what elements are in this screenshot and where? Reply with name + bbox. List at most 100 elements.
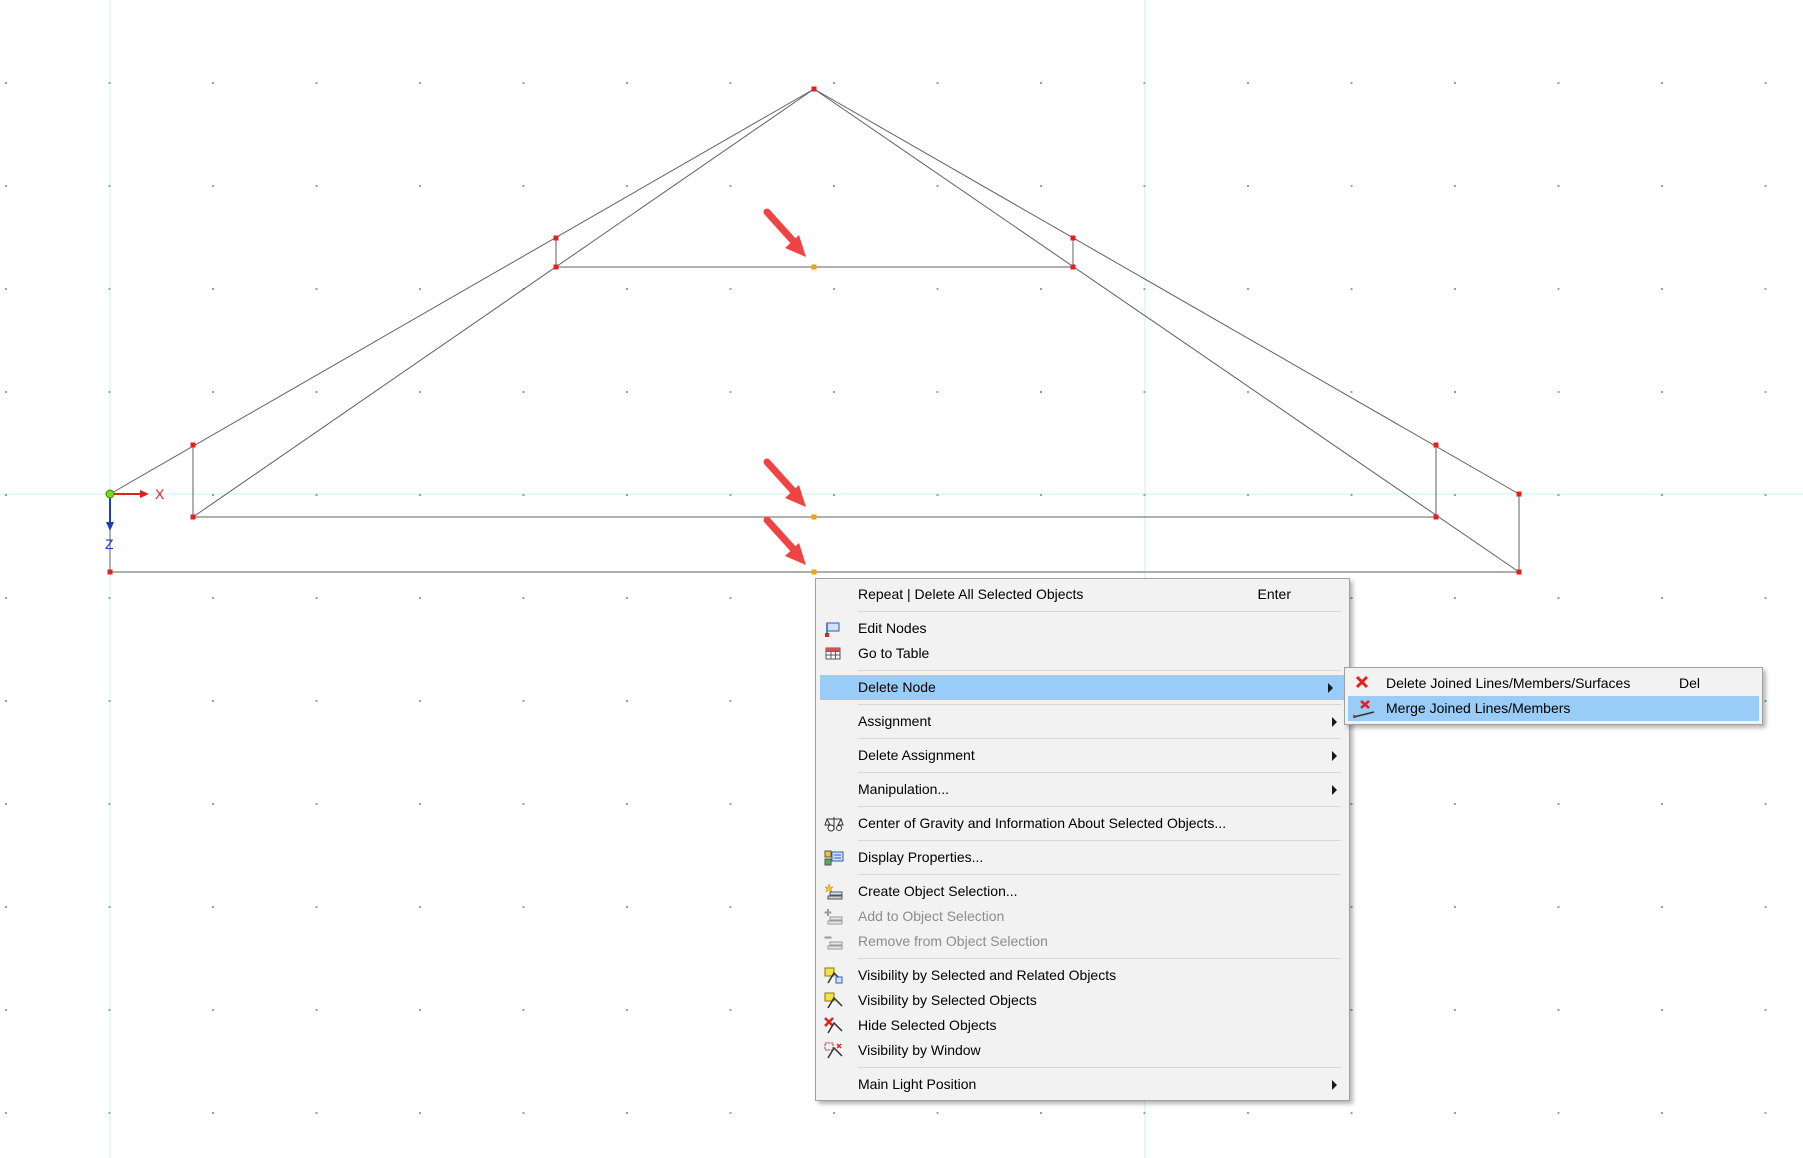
grid-dot [1557, 803, 1560, 805]
menu-item-label: Delete Assignment [858, 747, 975, 763]
grid-dot [212, 288, 214, 290]
node[interactable] [811, 86, 817, 92]
grid-dot [1557, 597, 1560, 599]
grid-dot [1040, 494, 1042, 496]
grid-dot [936, 494, 939, 496]
selected-node[interactable] [811, 514, 817, 520]
grid-dot [729, 82, 732, 84]
menu-item-visibility-selected-related[interactable]: Visibility by Selected and Related Objec… [816, 963, 1349, 988]
menu-item-label: Add to Object Selection [858, 908, 1005, 924]
grid-dot [626, 185, 628, 187]
grid-dot [5, 597, 7, 599]
menu-item-assignment[interactable]: Assignment [816, 709, 1349, 734]
menu-item-center-of-gravity[interactable]: Center of Gravity and Information About … [816, 811, 1349, 836]
node[interactable] [1516, 569, 1522, 575]
grid-dot [1143, 1112, 1146, 1114]
grid-dot [522, 494, 525, 496]
grid-dot [419, 700, 421, 702]
grid-dot [1454, 185, 1456, 187]
scale-icon [824, 815, 844, 832]
annotation-arrows [763, 208, 806, 565]
grid-dot [729, 700, 732, 702]
grid-dot [1350, 803, 1353, 805]
menu-item-label: Assignment [858, 713, 932, 729]
truss-lines[interactable] [109, 88, 1520, 573]
grid-dot [1764, 1009, 1767, 1011]
menu-item-hide-selected[interactable]: Hide Selected Objects [816, 1013, 1349, 1038]
menu-separator [858, 670, 1341, 671]
menu-item-go-to-table[interactable]: Go to Table [816, 641, 1349, 666]
node[interactable] [1516, 491, 1522, 497]
grid-dot [108, 391, 111, 393]
selected-node[interactable] [811, 569, 817, 575]
grid-dot [1661, 185, 1663, 187]
grid-dot [1247, 391, 1249, 393]
grid-dot [1764, 906, 1767, 908]
left-rafter-inner[interactable] [192, 88, 815, 518]
submenu-item-merge-joined[interactable]: Merge Joined Lines/Members [1348, 696, 1759, 721]
node[interactable] [1433, 442, 1439, 448]
menu-item-repeat-delete[interactable]: Repeat | Delete All Selected Objects Ent… [816, 582, 1349, 607]
node[interactable] [190, 514, 196, 520]
grid-dot [1040, 185, 1042, 187]
selected-nodes[interactable] [811, 264, 817, 575]
nodes[interactable] [107, 86, 1522, 575]
grid-dot [522, 803, 525, 805]
merge-lines-icon [1353, 700, 1375, 718]
menu-item-delete-node[interactable]: Delete Node [820, 675, 1345, 700]
grid-dot [729, 391, 732, 393]
grid-dot [212, 82, 214, 84]
node[interactable] [107, 569, 113, 575]
grid-dot [5, 803, 7, 805]
grid-dot [626, 391, 628, 393]
delete-node-submenu: Delete Joined Lines/Members/Surfaces Del… [1344, 667, 1763, 725]
left-rafter-outer[interactable] [109, 88, 815, 495]
grid-dot [626, 803, 628, 805]
node[interactable] [190, 442, 196, 448]
menu-item-add-to-object-selection[interactable]: Add to Object Selection [816, 904, 1349, 929]
grid-dot [1040, 82, 1042, 84]
menu-separator [858, 611, 1341, 612]
menu-item-label: Delete Node [858, 679, 936, 695]
grid-dot [1764, 494, 1767, 496]
grid-dot [419, 391, 421, 393]
node[interactable] [1433, 514, 1439, 520]
submenu-item-delete-joined[interactable]: Delete Joined Lines/Members/Surfaces Del [1345, 671, 1762, 696]
node[interactable] [553, 235, 559, 241]
edit-nodes-icon [824, 620, 842, 637]
grid-dot [1454, 597, 1456, 599]
shortcut-label: Enter [1257, 586, 1291, 602]
menu-item-main-light-position[interactable]: Main Light Position [816, 1072, 1349, 1097]
menu-item-visibility-selected[interactable]: Visibility by Selected Objects [816, 988, 1349, 1013]
selected-node[interactable] [811, 264, 817, 270]
right-rafter-outer[interactable] [813, 88, 1520, 495]
menu-separator [858, 840, 1341, 841]
menu-item-remove-from-object-selection[interactable]: Remove from Object Selection [816, 929, 1349, 954]
node[interactable] [553, 264, 559, 270]
menu-item-label: Visibility by Selected and Related Objec… [858, 967, 1117, 983]
grid-dot [419, 1112, 421, 1114]
menu-item-visibility-window[interactable]: Visibility by Window [816, 1038, 1349, 1063]
grid-dot [108, 597, 111, 599]
grid-dot [212, 185, 214, 187]
menu-separator [858, 738, 1341, 739]
menu-separator [858, 874, 1341, 875]
grid-dot [1661, 288, 1663, 290]
grid-dot [5, 906, 7, 908]
menu-item-edit-nodes[interactable]: Edit Nodes [816, 616, 1349, 641]
node[interactable] [1070, 264, 1076, 270]
menu-item-delete-assignment[interactable]: Delete Assignment [816, 743, 1349, 768]
menu-item-create-object-selection[interactable]: Create Object Selection... [816, 879, 1349, 904]
grid-dot [1247, 82, 1249, 84]
grid-dot [729, 597, 732, 599]
node[interactable] [1070, 235, 1076, 241]
grid-dot [729, 1112, 732, 1114]
grid-dot [419, 803, 421, 805]
menu-separator [858, 806, 1341, 807]
grid-dot [1350, 494, 1353, 496]
menu-item-label: Center of Gravity and Information About … [858, 815, 1227, 831]
right-rafter-inner[interactable] [813, 88, 1520, 573]
menu-item-display-properties[interactable]: Display Properties... [816, 845, 1349, 870]
menu-item-manipulation[interactable]: Manipulation... [816, 777, 1349, 802]
grid-dot [729, 288, 732, 290]
